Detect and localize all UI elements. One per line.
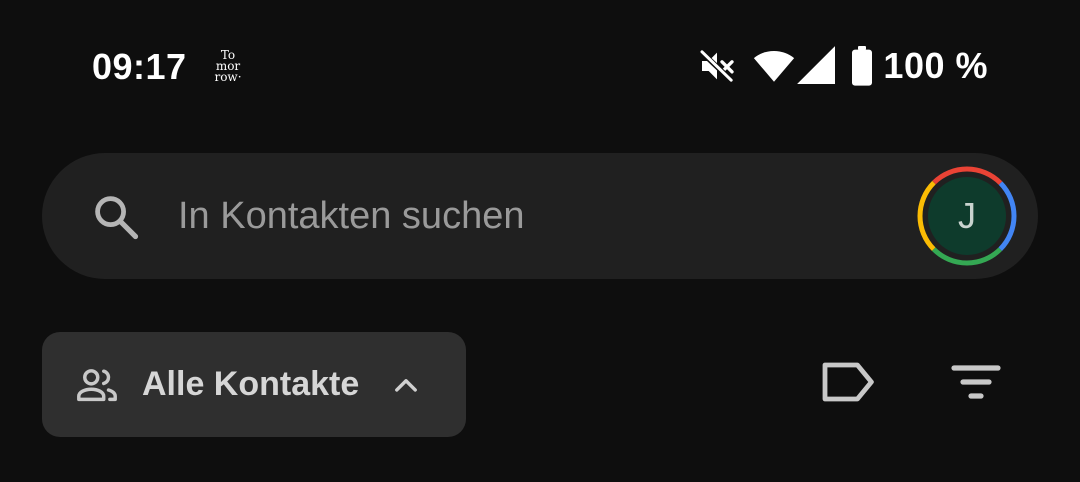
status-icons: 100 %: [697, 44, 988, 88]
filter-button[interactable]: [944, 356, 1008, 412]
tomorrow-logo-icon: To mor row·: [206, 49, 250, 84]
all-contacts-label: Alle Kontakte: [142, 365, 360, 403]
wifi-icon: [753, 46, 795, 86]
signal-icon: [797, 46, 837, 86]
avatar: J: [928, 177, 1006, 255]
labels-button[interactable]: [816, 356, 880, 412]
logo-line: row·: [214, 70, 242, 84]
search-bar[interactable]: J: [42, 153, 1038, 279]
people-icon: [74, 362, 120, 408]
chevron-up-icon: [389, 368, 423, 402]
filter-icon: [948, 360, 1004, 409]
account-avatar-button[interactable]: J: [916, 165, 1018, 267]
search-icon[interactable]: [90, 191, 142, 243]
status-bar: 09:17 To mor row· 100 %: [0, 0, 1080, 134]
battery-percent: 100 %: [883, 45, 988, 86]
all-contacts-dropdown[interactable]: Alle Kontakte: [42, 332, 466, 437]
search-input[interactable]: [178, 153, 878, 279]
mute-icon: [697, 46, 737, 86]
battery-icon: [851, 46, 873, 86]
label-icon: [818, 358, 878, 411]
status-time: 09:17: [92, 46, 187, 87]
